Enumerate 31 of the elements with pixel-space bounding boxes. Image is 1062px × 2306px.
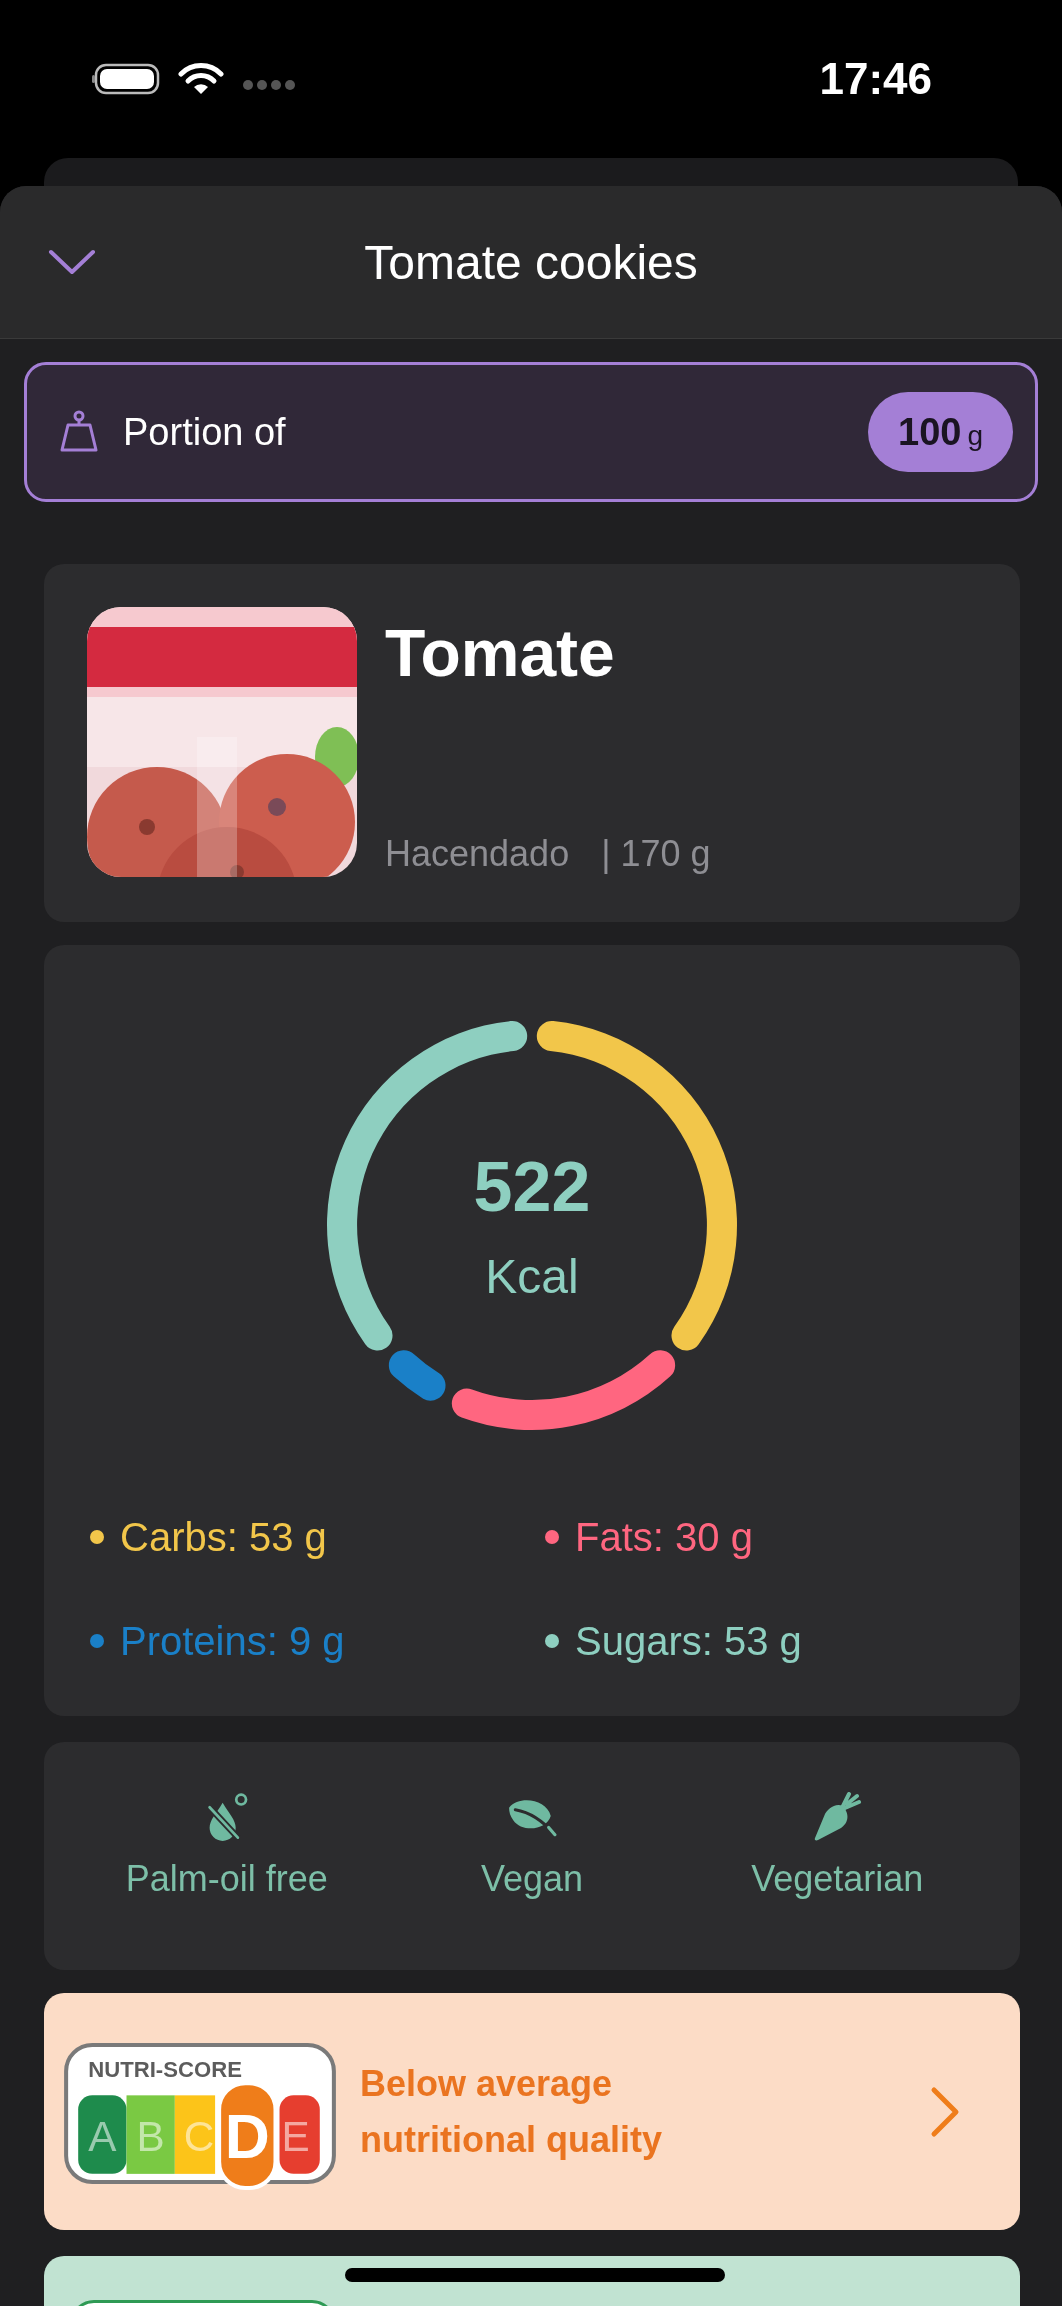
nutri-score-card[interactable]: NUTRI-SCORE A B C D E Below average nutritional quality <box>44 1993 1020 2230</box>
calorie-value: 522 <box>473 1146 591 1227</box>
grade-segment: E <box>279 2095 320 2174</box>
battery-icon <box>92 63 160 95</box>
carrot-icon <box>812 1792 863 1842</box>
weight-icon <box>59 410 99 454</box>
status-time: 17:46 <box>819 54 932 104</box>
diet-label: Vegetarian <box>751 1858 924 1900</box>
grade-segment: A <box>78 2095 127 2174</box>
product-brand: Hacendado <box>385 833 570 875</box>
legend-label: Fats: 30 g <box>575 1514 753 1560</box>
diet-label: Palm-oil free <box>125 1858 328 1900</box>
product-weight: | 170 g <box>601 833 711 875</box>
product-name: Tomate <box>385 615 616 691</box>
logo-title: NUTRI-SCORE <box>88 2057 242 2083</box>
legend-label: Carbs: 53 g <box>120 1514 327 1560</box>
portion-amount-field[interactable]: 100 g <box>868 392 1013 472</box>
grade-segment: C <box>174 2095 216 2174</box>
diet-label: Vegan <box>480 1858 584 1900</box>
portion-label: Portion of <box>123 410 287 454</box>
legend-label: Proteins: 9 g <box>120 1618 345 1664</box>
portion-bar[interactable]: Portion of 100 g <box>24 362 1038 502</box>
signal-icon <box>242 79 296 91</box>
calorie-unit: Kcal <box>485 1248 579 1304</box>
nutri-score-description: Below average nutritional quality <box>360 2061 663 2162</box>
wifi-icon <box>178 62 224 96</box>
grade-segment: B <box>126 2095 175 2174</box>
chevron-right-icon <box>930 2085 960 2138</box>
collapse-button[interactable] <box>48 248 98 276</box>
sheet-title: Tomate cookies <box>364 234 698 290</box>
legend-label: Sugars: 53 g <box>575 1618 802 1664</box>
